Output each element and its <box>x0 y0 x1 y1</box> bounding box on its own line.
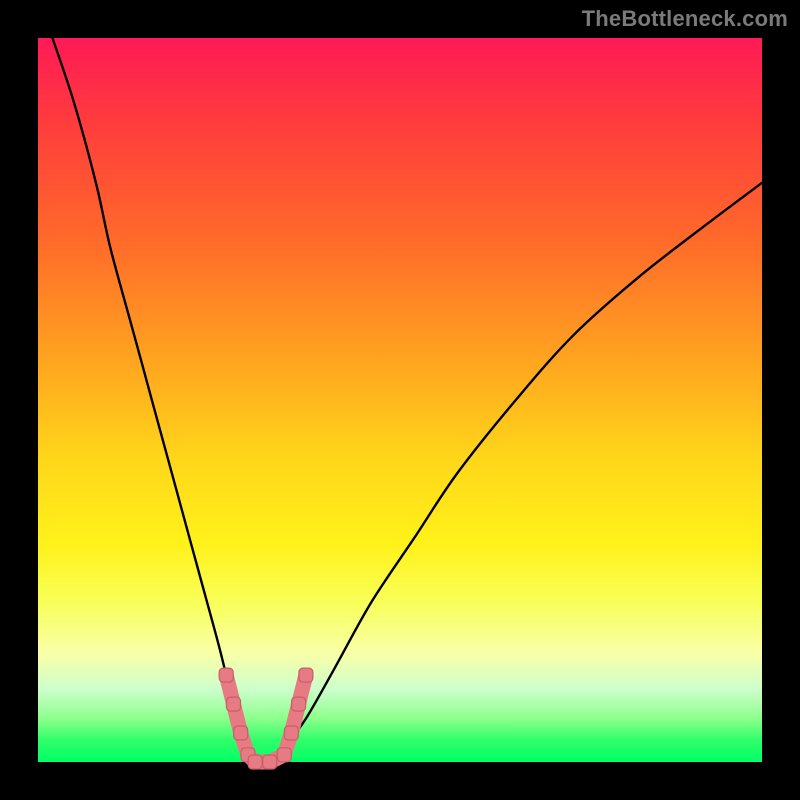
marker-point <box>263 755 277 769</box>
marker-point <box>299 668 313 682</box>
marker-point <box>227 697 241 711</box>
marker-point <box>219 668 233 682</box>
marker-point <box>234 726 248 740</box>
marker-point <box>292 697 306 711</box>
plot-area <box>38 38 762 762</box>
marker-point <box>284 726 298 740</box>
chart-frame: TheBottleneck.com <box>0 0 800 800</box>
marker-cluster-path <box>226 675 306 762</box>
curve-svg <box>38 38 762 762</box>
marker-point <box>277 748 291 762</box>
watermark-text: TheBottleneck.com <box>582 6 788 32</box>
bottleneck-curve <box>53 38 763 764</box>
marker-point <box>248 755 262 769</box>
